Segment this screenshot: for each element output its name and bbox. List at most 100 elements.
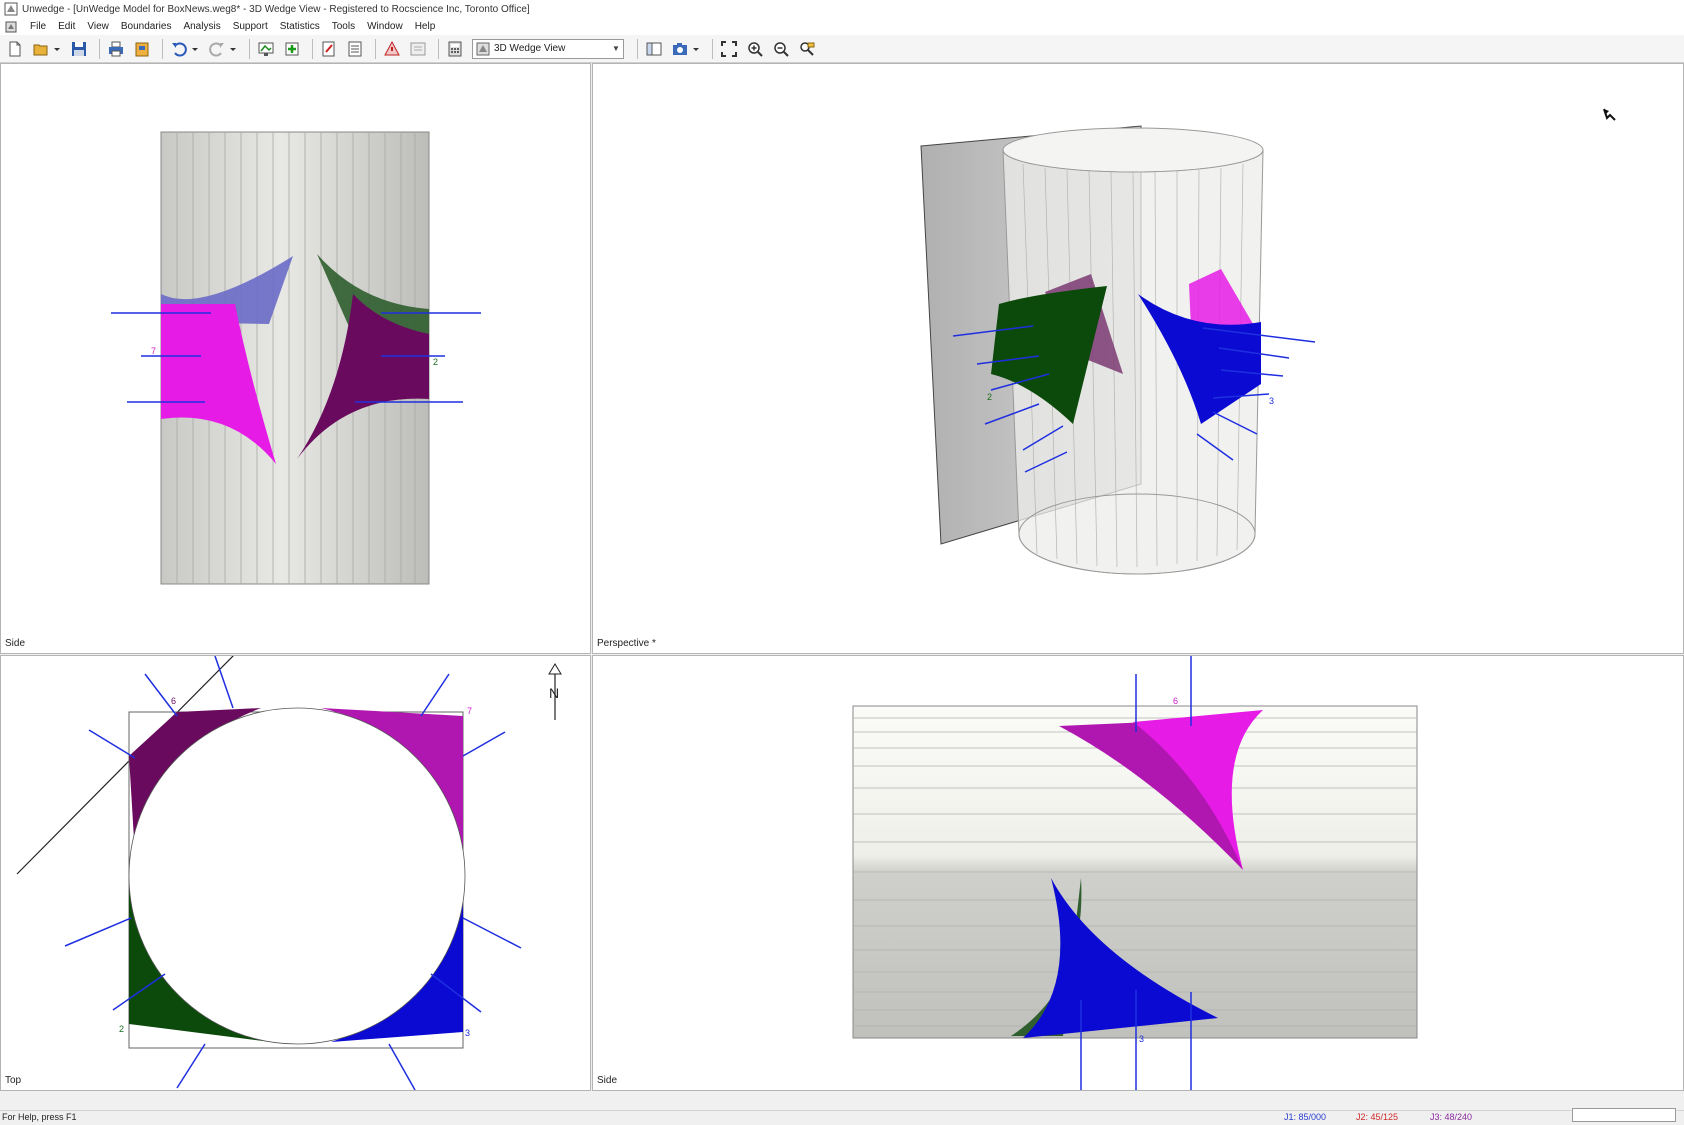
- zoom-extents-button[interactable]: [718, 38, 740, 60]
- toolbar-separator: [637, 38, 638, 59]
- print-icon: [109, 41, 123, 56]
- chevron-down-icon: [54, 47, 60, 51]
- menu-statistics[interactable]: Statistics: [274, 21, 326, 32]
- wedge-label: 2: [119, 1024, 124, 1034]
- document-icon[interactable]: [4, 20, 18, 34]
- export-button[interactable]: [131, 38, 153, 60]
- wedge-label: 2: [987, 392, 992, 402]
- status-joint-1: J1: 85/000: [1284, 1112, 1327, 1122]
- edit-button[interactable]: [318, 38, 340, 60]
- undo-dropdown[interactable]: [190, 38, 200, 60]
- wedge-view-icon: [476, 42, 490, 55]
- wedge-label: 3: [1139, 1034, 1144, 1044]
- status-progress-box: [1572, 1108, 1676, 1122]
- chevron-down-icon: [192, 47, 198, 51]
- menu-bar: File Edit View Boundaries Analysis Suppo…: [0, 18, 1684, 36]
- viewport-side-bottom-right[interactable]: 6 3 Side: [592, 655, 1684, 1091]
- redo-dropdown[interactable]: [228, 38, 238, 60]
- tunnel-cross-section: [128, 707, 466, 1045]
- report-icon: [348, 41, 362, 56]
- viewport-label: Perspective *: [597, 638, 656, 649]
- redo-icon: [209, 42, 224, 56]
- sidebar-icon: [646, 42, 662, 55]
- wedge-label: 2: [433, 357, 438, 367]
- calculator-button[interactable]: [444, 38, 466, 60]
- viewport-top[interactable]: 6 7 2 3 N Top: [0, 655, 591, 1091]
- camera-button[interactable]: [669, 38, 691, 60]
- viewport-perspective[interactable]: 2 3 Perspective *: [592, 63, 1684, 654]
- viewport-label: Side: [597, 1075, 618, 1086]
- toolbar-separator: [99, 38, 100, 59]
- zoom-extents-icon: [721, 40, 737, 57]
- app-logo-icon: [4, 2, 18, 16]
- add-support-icon: [285, 42, 299, 55]
- info-viewer-icon: [410, 42, 426, 55]
- wedge-label: 6: [1173, 696, 1178, 706]
- menu-help[interactable]: Help: [409, 21, 442, 32]
- title-bar: Unwedge - [UnWedge Model for BoxNews.weg…: [0, 0, 1684, 18]
- save-button[interactable]: [68, 38, 90, 60]
- status-joint-3: J3: 48/240: [1430, 1112, 1473, 1122]
- top-view-scene[interactable]: 6 7 2 3 N: [1, 656, 590, 1090]
- perspective-view-scene[interactable]: 2 3: [593, 64, 1683, 653]
- rotate-cursor-icon: [1603, 108, 1616, 121]
- menu-support[interactable]: Support: [227, 21, 274, 32]
- zoom-window-icon: [800, 41, 815, 56]
- chevron-down-icon: ▼: [612, 44, 620, 53]
- open-folder-icon: [33, 44, 48, 55]
- export-icon: [135, 42, 149, 56]
- print-button[interactable]: [105, 38, 127, 60]
- compute-button[interactable]: [381, 38, 403, 60]
- toolbar-separator: [312, 38, 313, 59]
- status-help-text: For Help, press F1: [2, 1112, 77, 1122]
- wedge-label: 6: [171, 696, 176, 706]
- toolbar-separator: [712, 38, 713, 59]
- new-file-button[interactable]: [4, 38, 26, 60]
- toolbar-separator: [438, 38, 439, 59]
- zoom-in-button[interactable]: [744, 38, 766, 60]
- toolbar-separator: [162, 38, 163, 59]
- edit-icon: [322, 41, 335, 56]
- zoom-out-icon: [774, 41, 789, 57]
- north-arrow: N: [548, 663, 562, 720]
- open-button[interactable]: [30, 38, 52, 60]
- chevron-down-icon: [693, 47, 699, 51]
- view-select-value: 3D Wedge View: [494, 43, 566, 54]
- side-view-scene[interactable]: 6 3: [593, 656, 1683, 1090]
- info-viewer-button[interactable]: [407, 38, 429, 60]
- zoom-window-button[interactable]: [796, 38, 818, 60]
- wedge-label: 3: [1269, 396, 1274, 406]
- calculator-icon: [448, 41, 462, 56]
- open-dropdown[interactable]: [52, 38, 62, 60]
- save-icon: [72, 41, 86, 56]
- viewport-label: Side: [5, 638, 26, 649]
- undo-icon: [172, 42, 187, 56]
- menu-view[interactable]: View: [81, 21, 115, 32]
- menu-window[interactable]: Window: [361, 21, 409, 32]
- chevron-down-icon: [230, 47, 236, 51]
- side-view-scene[interactable]: 7 2: [1, 64, 590, 653]
- undo-button[interactable]: [168, 38, 190, 60]
- toolbar-separator: [249, 38, 250, 59]
- menu-analysis[interactable]: Analysis: [177, 21, 226, 32]
- status-bar: For Help, press F1 J1: 85/000 J2: 45/125…: [0, 1108, 1684, 1125]
- wedge-label: 7: [151, 346, 156, 356]
- camera-icon: [673, 42, 687, 55]
- zoom-out-button[interactable]: [770, 38, 792, 60]
- redo-button[interactable]: [206, 38, 228, 60]
- wedge-label: 7: [467, 706, 472, 716]
- camera-dropdown[interactable]: [691, 38, 701, 60]
- toolbar-separator: [375, 38, 376, 59]
- menu-tools[interactable]: Tools: [326, 21, 361, 32]
- viewport-side-top-left[interactable]: 7 2 Side: [0, 63, 591, 654]
- sidebar-button[interactable]: [643, 38, 665, 60]
- view-select[interactable]: 3D Wedge View ▼: [472, 38, 624, 59]
- menu-file[interactable]: File: [24, 21, 52, 32]
- toolbar: 3D Wedge View ▼: [0, 35, 1684, 63]
- report-button[interactable]: [344, 38, 366, 60]
- display-options-icon: [258, 42, 274, 56]
- menu-boundaries[interactable]: Boundaries: [115, 21, 178, 32]
- display-options-button[interactable]: [255, 38, 277, 60]
- menu-edit[interactable]: Edit: [52, 21, 81, 32]
- add-support-button[interactable]: [281, 38, 303, 60]
